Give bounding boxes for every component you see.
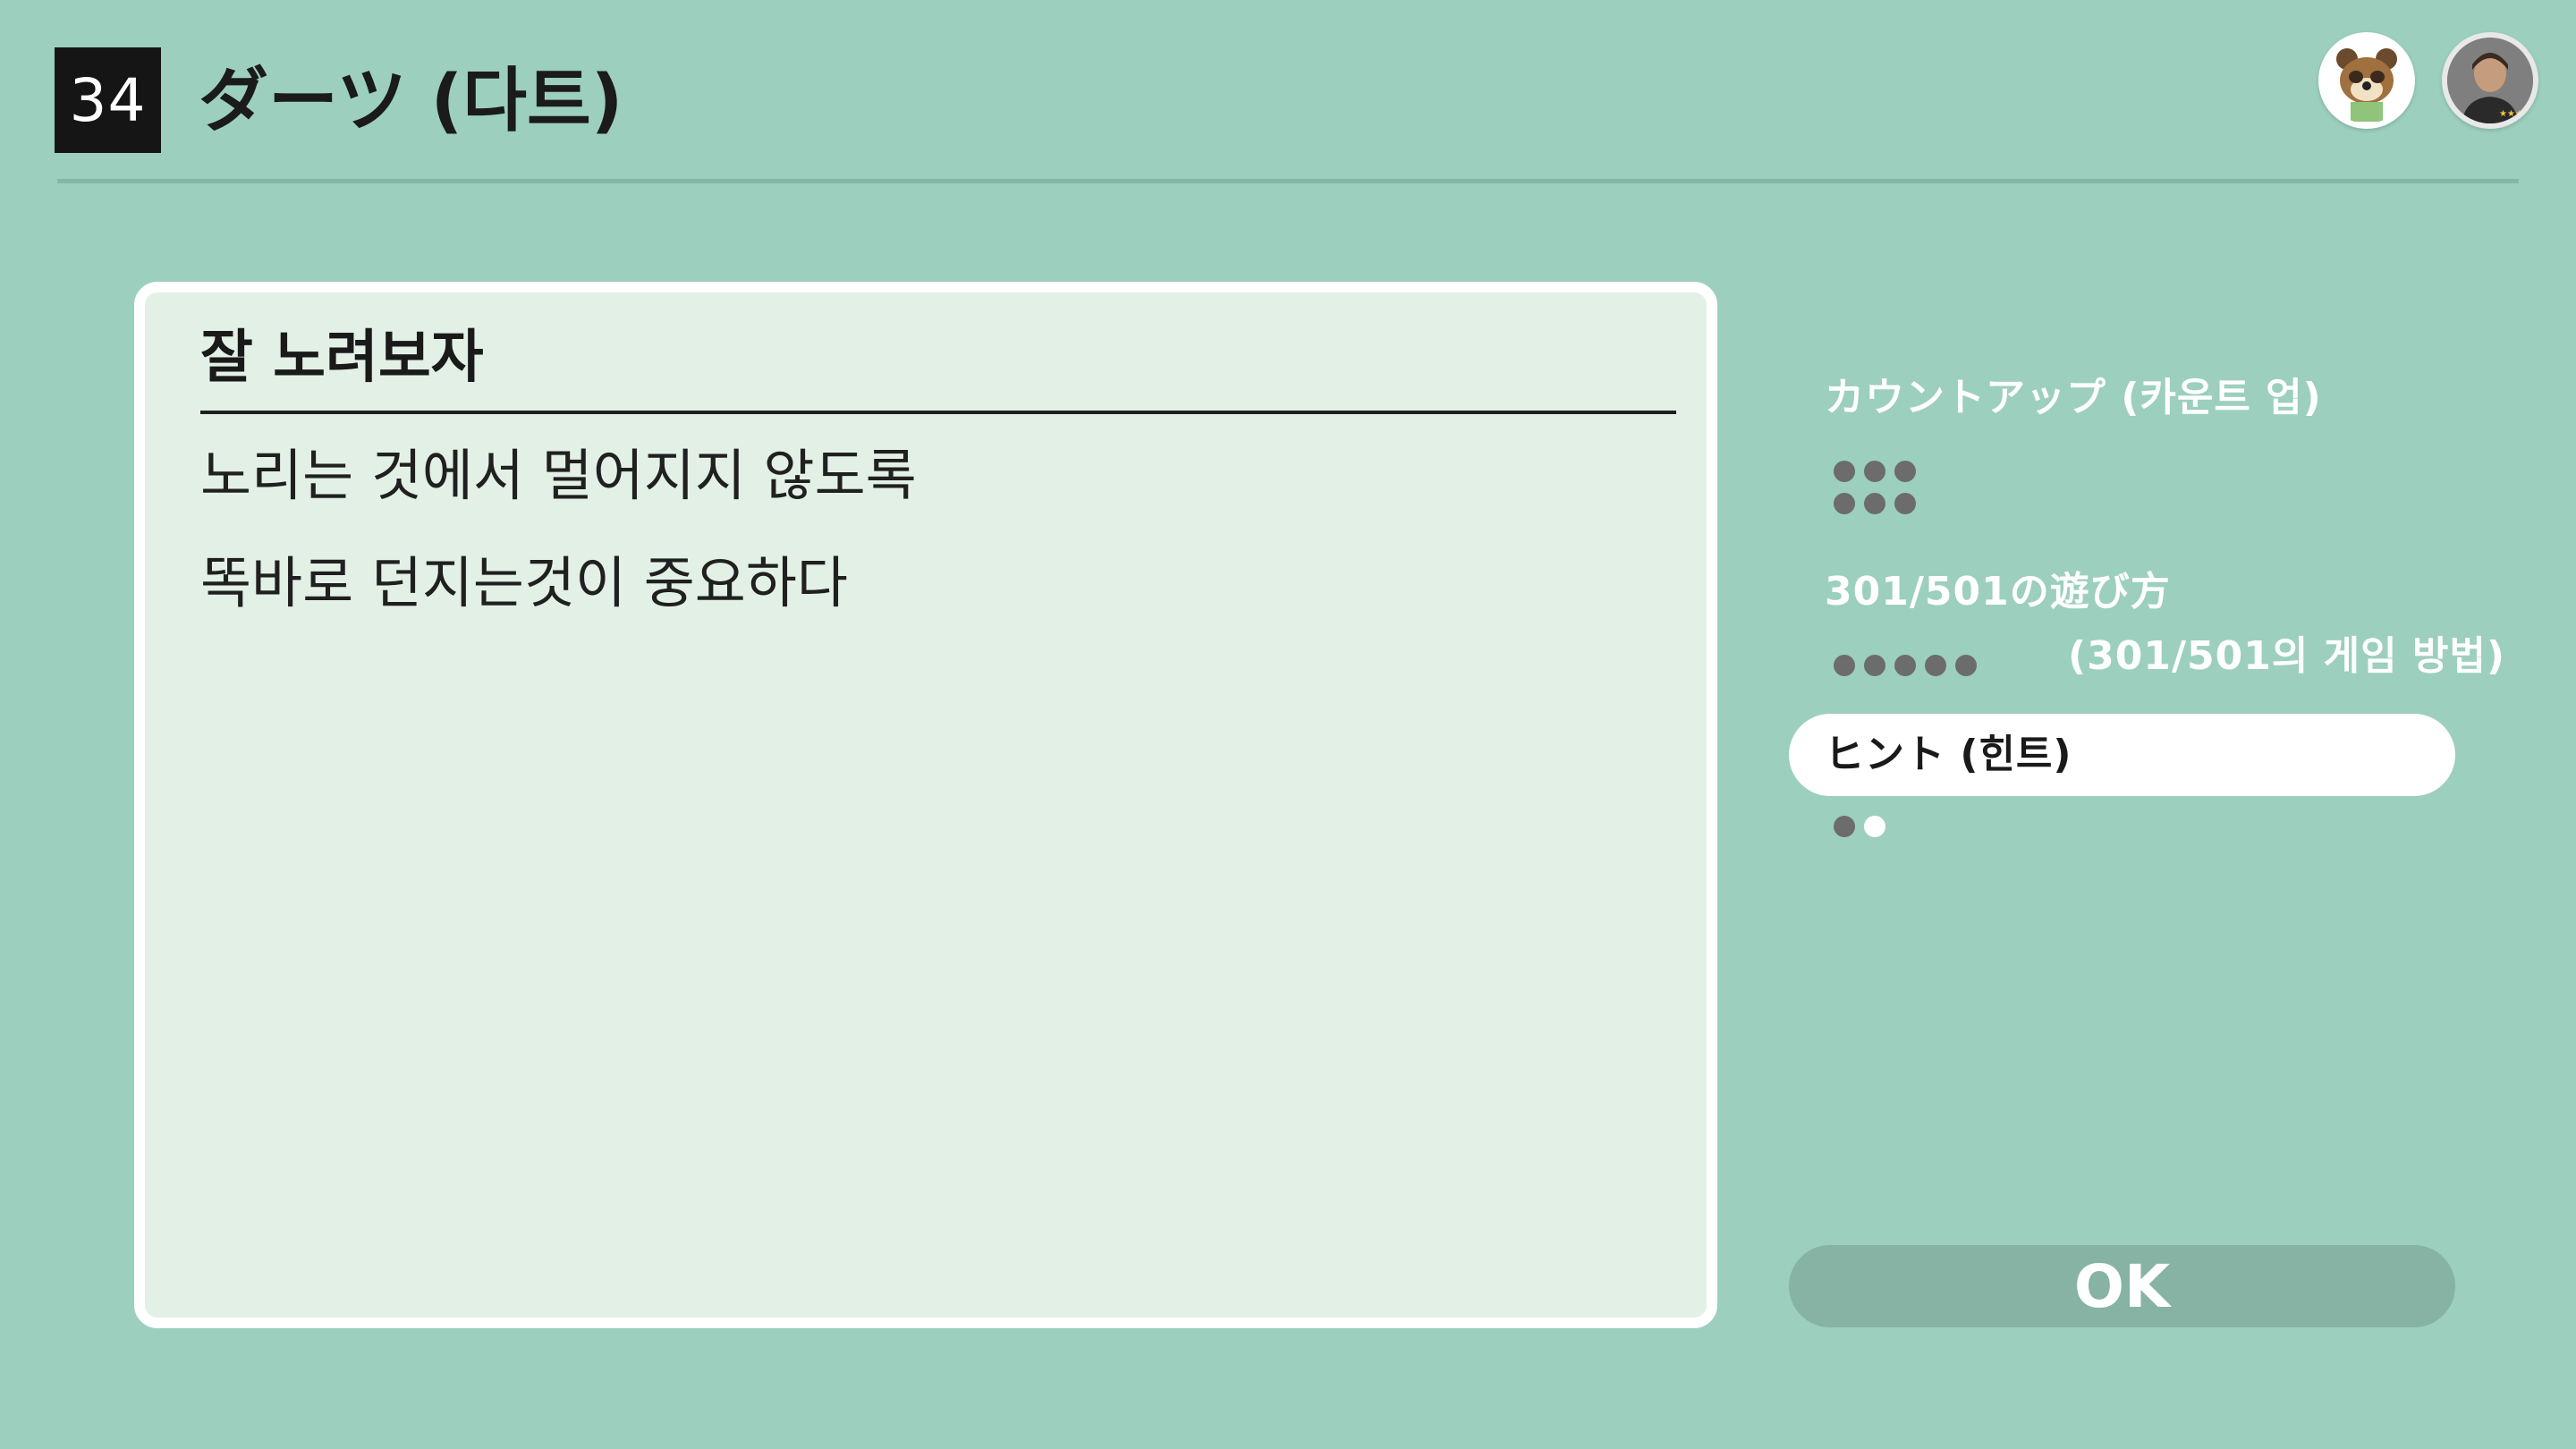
header-divider	[57, 179, 2519, 183]
page-dot	[1894, 493, 1916, 514]
page-dot	[1894, 461, 1916, 482]
svg-text:★★★: ★★★	[2499, 109, 2523, 119]
menu-item-label: ヒント (힌트)	[1825, 732, 2072, 777]
page-dot	[1834, 655, 1855, 676]
chapter-number-badge: 34	[55, 47, 161, 153]
page-dot	[1864, 655, 1885, 676]
menu-item-translation: (301/501의 게임 방법)	[2068, 633, 2506, 679]
page-dot	[1894, 655, 1916, 676]
page-dot	[1834, 816, 1855, 837]
page-dot	[1955, 655, 1977, 676]
menu-item-301-501[interactable]: 301/501の遊び方 (301/501의 게임 방법)	[1789, 565, 2504, 691]
page-dots	[1834, 655, 1986, 676]
page-dot	[1925, 655, 1946, 676]
tanuki-icon	[2324, 38, 2410, 123]
menu-item-label: カウントアップ (카운트 업)	[1825, 375, 2322, 420]
page-dot	[1834, 493, 1855, 514]
page-dot	[1834, 461, 1855, 482]
page-title: ダーツ (다트)	[199, 61, 623, 141]
menu-item-label: 301/501の遊び方	[1825, 569, 2171, 614]
menu-item-hint[interactable]: ヒント (힌트)	[1789, 714, 2455, 796]
card-heading: 잘 노려보자	[200, 318, 1676, 414]
hint-card: 잘 노려보자 노리는 것에서 멀어지지 않도록 똑바로 던지는것이 중요하다	[134, 282, 1717, 1328]
page-dot	[1864, 461, 1885, 482]
user-silhouette-icon: ★★★	[2447, 38, 2533, 123]
player-avatar: ★★★	[2442, 32, 2538, 129]
page-dot	[1864, 493, 1885, 514]
tom-nook-avatar	[2318, 32, 2415, 129]
card-text-line: 똑바로 던지는것이 중요하다	[200, 550, 848, 615]
card-text-line: 노리는 것에서 멀어지지 않도록	[200, 443, 917, 508]
page-dots	[1834, 461, 1932, 514]
page-dots	[1834, 816, 1894, 837]
page-dot-current	[1864, 816, 1885, 837]
ok-button[interactable]: OK	[1789, 1245, 2455, 1327]
